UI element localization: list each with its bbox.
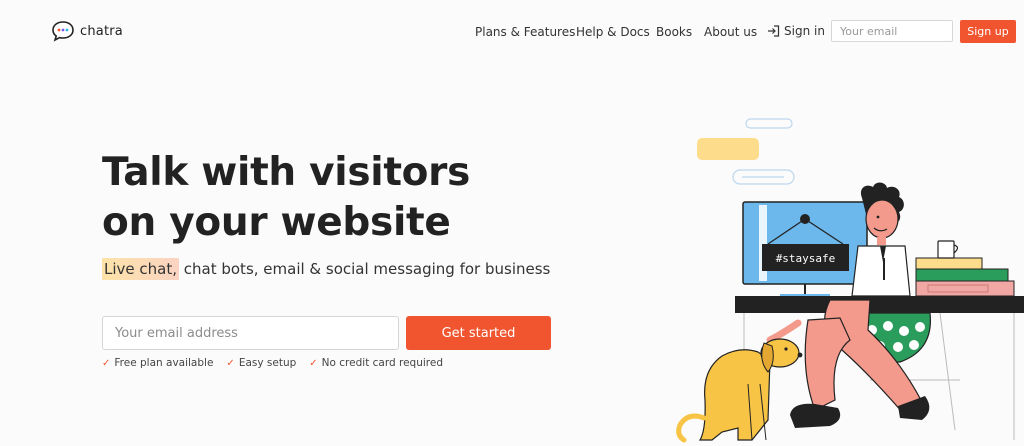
nav-email-input[interactable] <box>831 20 953 42</box>
brand-name: chatra <box>80 23 123 39</box>
top-navigation: chatra Plans & Features Help & Docs Book… <box>0 0 1024 64</box>
feature-label: Easy setup <box>238 357 297 369</box>
staysafe-sign-text: #staysafe <box>776 252 836 265</box>
headline-line-2: on your website <box>102 200 451 245</box>
chat-bubble-icon <box>52 21 74 42</box>
nav-plans-features[interactable]: Plans & Features <box>475 25 575 39</box>
sign-up-button[interactable]: Sign up <box>960 20 1016 43</box>
headline-line-1: Talk with visitors <box>102 150 471 195</box>
dog <box>676 338 803 443</box>
feature-label: No credit card required <box>321 357 443 369</box>
subheadline-rest: chat bots, email & social messaging for … <box>179 260 551 278</box>
brand-logo[interactable]: chatra <box>51 20 123 42</box>
floating-chat-bubbles <box>697 118 795 185</box>
check-icon: ✓ <box>309 357 318 369</box>
sign-in-icon <box>768 25 780 37</box>
feature-item: ✓ Free plan available <box>102 357 213 369</box>
get-started-button[interactable]: Get started <box>406 316 551 350</box>
feature-item: ✓ Easy setup <box>226 357 296 369</box>
feature-list: ✓ Free plan available ✓ Easy setup ✓ No … <box>102 357 443 369</box>
nav-help-docs[interactable]: Help & Docs <box>576 25 650 39</box>
hero-illustration: #staysafe <box>676 118 1024 443</box>
nav-books[interactable]: Books <box>656 25 692 39</box>
sign-in-label: Sign in <box>784 24 825 38</box>
hero-subheadline: Live chat, chat bots, email & social mes… <box>102 258 551 280</box>
feature-item: ✓ No credit card required <box>309 357 443 369</box>
check-icon: ✓ <box>226 357 235 369</box>
books-and-mug <box>915 240 1015 297</box>
feature-label: Free plan available <box>114 357 214 369</box>
nav-about-us[interactable]: About us <box>704 25 757 39</box>
subheadline-highlight: Live chat, <box>102 258 179 280</box>
hero-headline: Talk with visitors on your website <box>102 148 572 248</box>
sign-in-link[interactable]: Sign in <box>767 24 825 38</box>
hero-email-input[interactable] <box>102 316 399 350</box>
check-icon: ✓ <box>102 357 111 369</box>
